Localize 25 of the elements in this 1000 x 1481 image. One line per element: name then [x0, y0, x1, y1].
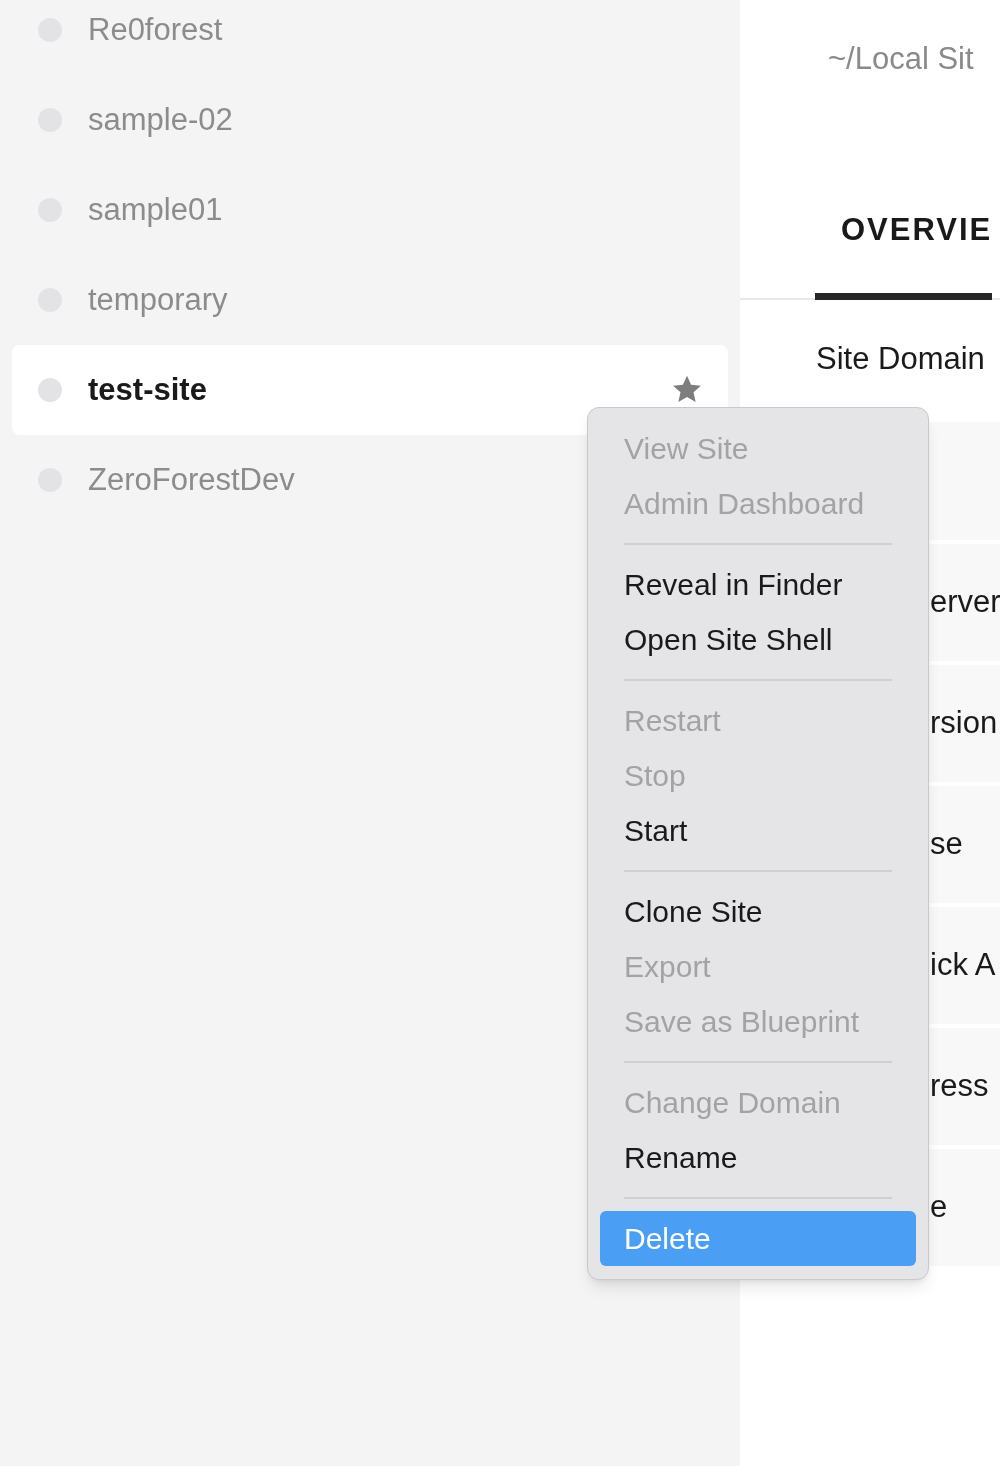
site-name: ZeroForestDev	[88, 460, 295, 499]
menu-item[interactable]: Reveal in Finder	[600, 557, 916, 612]
site-name: temporary	[88, 280, 228, 319]
site-name: test-site	[88, 370, 207, 409]
menu-item[interactable]: Delete	[600, 1211, 916, 1266]
site-item[interactable]: test-site	[12, 345, 728, 435]
menu-item[interactable]: Start	[600, 803, 916, 858]
menu-item[interactable]: Open Site Shell	[600, 612, 916, 667]
row-label: Site Domain	[816, 339, 985, 378]
row-label: e	[930, 1188, 948, 1227]
menu-item[interactable]: Rename	[600, 1130, 916, 1185]
site-item[interactable]: Re0forest	[12, 0, 728, 75]
site-path: ~/Local Sit	[828, 39, 974, 78]
row-label: ress	[930, 1067, 989, 1106]
site-name: sample-02	[88, 100, 233, 139]
row-label: ick A	[930, 946, 996, 985]
site-item[interactable]: sample-02	[12, 75, 728, 165]
site-name: sample01	[88, 190, 223, 229]
row-label: se	[930, 825, 963, 864]
site-item[interactable]: temporary	[12, 255, 728, 345]
row-label: erver	[930, 583, 1000, 622]
site-item[interactable]: sample01	[12, 165, 728, 255]
row-label: rsion	[930, 704, 998, 743]
site-name: Re0forest	[88, 10, 223, 49]
menu-item[interactable]: Clone Site	[600, 884, 916, 939]
